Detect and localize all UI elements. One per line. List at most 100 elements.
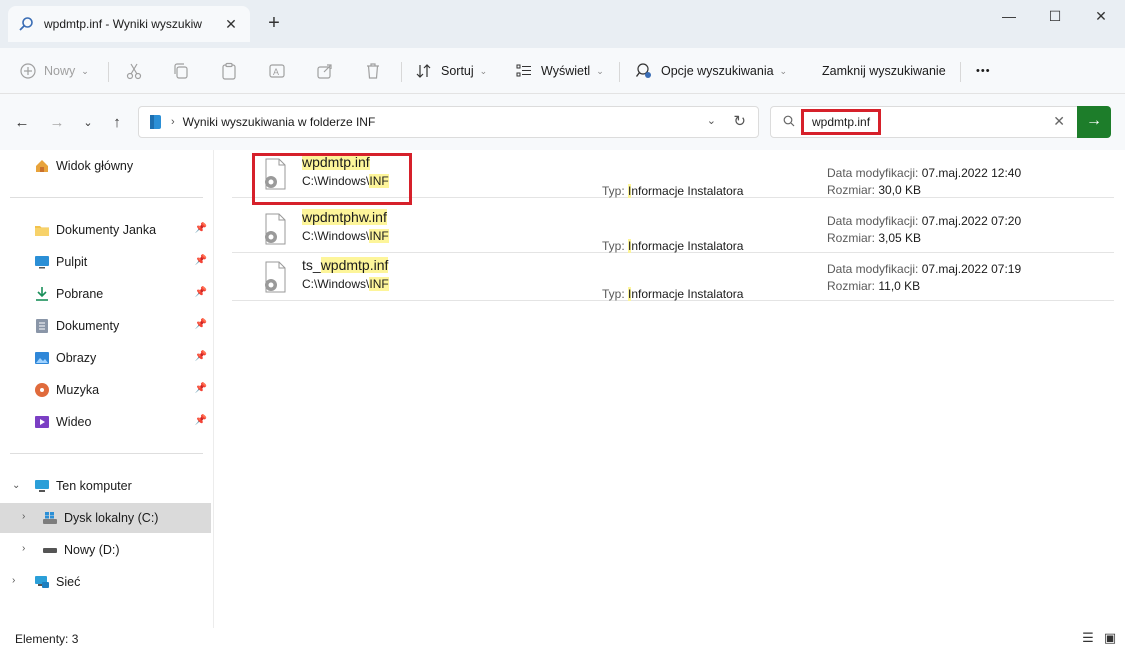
chevron-down-icon: ⌄ [81, 65, 89, 76]
search-box[interactable]: wpdmtp.inf ✕ [770, 106, 1078, 138]
scissors-icon [126, 63, 142, 80]
close-tab-icon[interactable]: ✕ [222, 16, 240, 33]
folder-icon [35, 226, 49, 236]
search-match-highlight: wpdmtp.inf [320, 257, 389, 273]
sidebar-item-pulpit[interactable]: Pulpit 📌 [0, 247, 211, 277]
sidebar-item-muzyka[interactable]: Muzyka 📌 [0, 375, 211, 405]
pin-icon[interactable]: 📌 [195, 383, 207, 394]
chevron-down-icon: ⌄ [779, 65, 788, 76]
rename-button[interactable]: A [268, 56, 294, 86]
item-count: Elementy: 3 [15, 632, 79, 646]
address-bar[interactable]: › Wyniki wyszukiwania w folderze INF ⌄ ↻ [138, 106, 759, 138]
sidebar-item-pobrane[interactable]: Pobrane 📌 [0, 279, 211, 309]
sidebar-item-label: Dysk lokalny (C:) [64, 511, 159, 525]
up-button[interactable]: ↑ [106, 112, 128, 134]
sidebar-item-label: Nowy (D:) [64, 543, 120, 557]
trash-icon [367, 63, 379, 79]
more-icon: ••• [976, 65, 991, 77]
pin-icon[interactable]: 📌 [195, 255, 207, 266]
sidebar-item-home[interactable]: Widok główny [0, 151, 211, 181]
toolbar-divider [619, 62, 620, 82]
file-path: C:\Windows\INF [302, 229, 389, 243]
network-icon [35, 576, 49, 588]
clear-search-icon[interactable]: ✕ [1053, 113, 1065, 130]
sidebar-item-drive-d[interactable]: › Nowy (D:) [0, 535, 211, 565]
toolbar-divider [960, 62, 961, 82]
settings-file-icon [265, 158, 286, 190]
cut-button[interactable] [125, 56, 151, 86]
file-type: Typ: Informacje Instalatora [602, 239, 744, 253]
file-name[interactable]: wpdmtp.inf [302, 154, 370, 170]
arrow-left-icon: ← [14, 114, 30, 131]
svg-text:A: A [273, 67, 279, 77]
file-path: C:\Windows\INF [302, 277, 389, 291]
search-input[interactable]: wpdmtp.inf [801, 109, 882, 135]
search-match-highlight: INF [369, 277, 389, 291]
file-size: Rozmiar: 3,05 KB [827, 231, 922, 245]
chevron-right-icon[interactable]: › [22, 543, 25, 554]
sort-button[interactable]: Sortuj ⌄ [415, 56, 487, 86]
video-icon [35, 416, 49, 428]
sidebar-item-network[interactable]: › Sieć [0, 567, 211, 597]
sidebar-item-label: Dokumenty [56, 319, 120, 333]
tiles-view-button[interactable]: ▣ [1101, 630, 1119, 648]
settings-file-icon [265, 261, 286, 293]
paste-button[interactable] [220, 56, 246, 86]
address-path[interactable]: Wyniki wyszukiwania w folderze INF [183, 115, 376, 129]
search-options-button[interactable]: Opcje wyszukiwania ⌄ [635, 56, 787, 86]
more-options-button[interactable]: ••• [976, 56, 991, 86]
search-icon [783, 115, 795, 127]
delete-button[interactable] [364, 56, 390, 86]
sidebar-item-this-pc[interactable]: ⌄ Ten komputer [0, 471, 211, 501]
list-item[interactable]: wpdmtphw.inf C:\Windows\INF Typ: Informa… [232, 205, 1114, 253]
back-button[interactable]: ← [11, 112, 33, 134]
share-button[interactable] [316, 56, 342, 86]
forward-button[interactable]: → [46, 112, 68, 134]
sidebar-item-drive-c[interactable]: › Dysk lokalny (C:) [0, 503, 211, 533]
address-row: ← → ⌄ ↑ › Wyniki wyszukiwania w folderze… [0, 94, 1125, 150]
search-results-list: wpdmtp.inf C:\Windows\INF Typ: Informacj… [232, 150, 1114, 628]
chevron-down-icon[interactable]: ⌄ [707, 114, 716, 127]
file-type: Typ: Informacje Instalatora [602, 287, 744, 301]
file-name[interactable]: wpdmtphw.inf [302, 209, 387, 225]
close-window-button[interactable]: ✕ [1078, 4, 1124, 28]
maximize-button[interactable]: ☐ [1032, 4, 1078, 28]
sidebar-item-dokumenty[interactable]: Dokumenty 📌 [0, 311, 211, 341]
list-item[interactable]: ts_wpdmtp.inf C:\Windows\INF Typ: Inform… [232, 253, 1114, 301]
sidebar-item-dokumenty-janka[interactable]: Dokumenty Janka 📌 [0, 215, 211, 245]
chevron-down-icon[interactable]: ⌄ [12, 480, 20, 491]
sidebar-item-wideo[interactable]: Wideo 📌 [0, 407, 211, 437]
search-go-button[interactable]: → [1077, 106, 1111, 138]
pin-icon[interactable]: 📌 [195, 319, 207, 330]
clipboard-icon [222, 62, 236, 80]
refresh-icon[interactable]: ↻ [733, 112, 746, 130]
chevron-right-icon[interactable]: › [22, 511, 25, 522]
view-button[interactable]: Wyświetl ⌄ [515, 56, 604, 86]
chevron-right-icon[interactable]: › [12, 575, 15, 586]
recent-locations-button[interactable]: ⌄ [77, 112, 99, 134]
list-item[interactable]: wpdmtp.inf C:\Windows\INF Typ: Informacj… [232, 150, 1114, 198]
copy-button[interactable] [172, 56, 198, 86]
close-search-label: Zamknij wyszukiwanie [822, 64, 946, 78]
close-search-button[interactable]: Zamknij wyszukiwanie [822, 56, 946, 86]
sidebar-divider [10, 197, 203, 198]
file-path: C:\Windows\INF [302, 174, 389, 188]
share-icon [317, 64, 332, 79]
tab-search-results[interactable]: wpdmtp.inf - Wyniki wyszukiw ✕ [8, 6, 250, 42]
search-icon [19, 17, 33, 31]
details-view-button[interactable]: ☰ [1079, 630, 1097, 648]
minimize-button[interactable]: — [986, 4, 1032, 28]
sidebar-item-obrazy[interactable]: Obrazy 📌 [0, 343, 211, 373]
arrow-right-icon: → [49, 114, 65, 131]
pin-icon[interactable]: 📌 [195, 223, 207, 234]
new-tab-button[interactable]: + [262, 12, 286, 36]
file-modified-date: Data modyfikacji: 07.maj.2022 07:20 [827, 214, 1022, 228]
file-name[interactable]: ts_wpdmtp.inf [302, 257, 389, 273]
pin-icon[interactable]: 📌 [195, 351, 207, 362]
rename-icon: A [269, 64, 285, 78]
new-button[interactable]: Nowy ⌄ [20, 56, 89, 86]
sidebar-item-label: Dokumenty Janka [56, 223, 157, 237]
pin-icon[interactable]: 📌 [195, 287, 207, 298]
pin-icon[interactable]: 📌 [195, 415, 207, 426]
sidebar-item-label: Widok główny [56, 159, 134, 173]
